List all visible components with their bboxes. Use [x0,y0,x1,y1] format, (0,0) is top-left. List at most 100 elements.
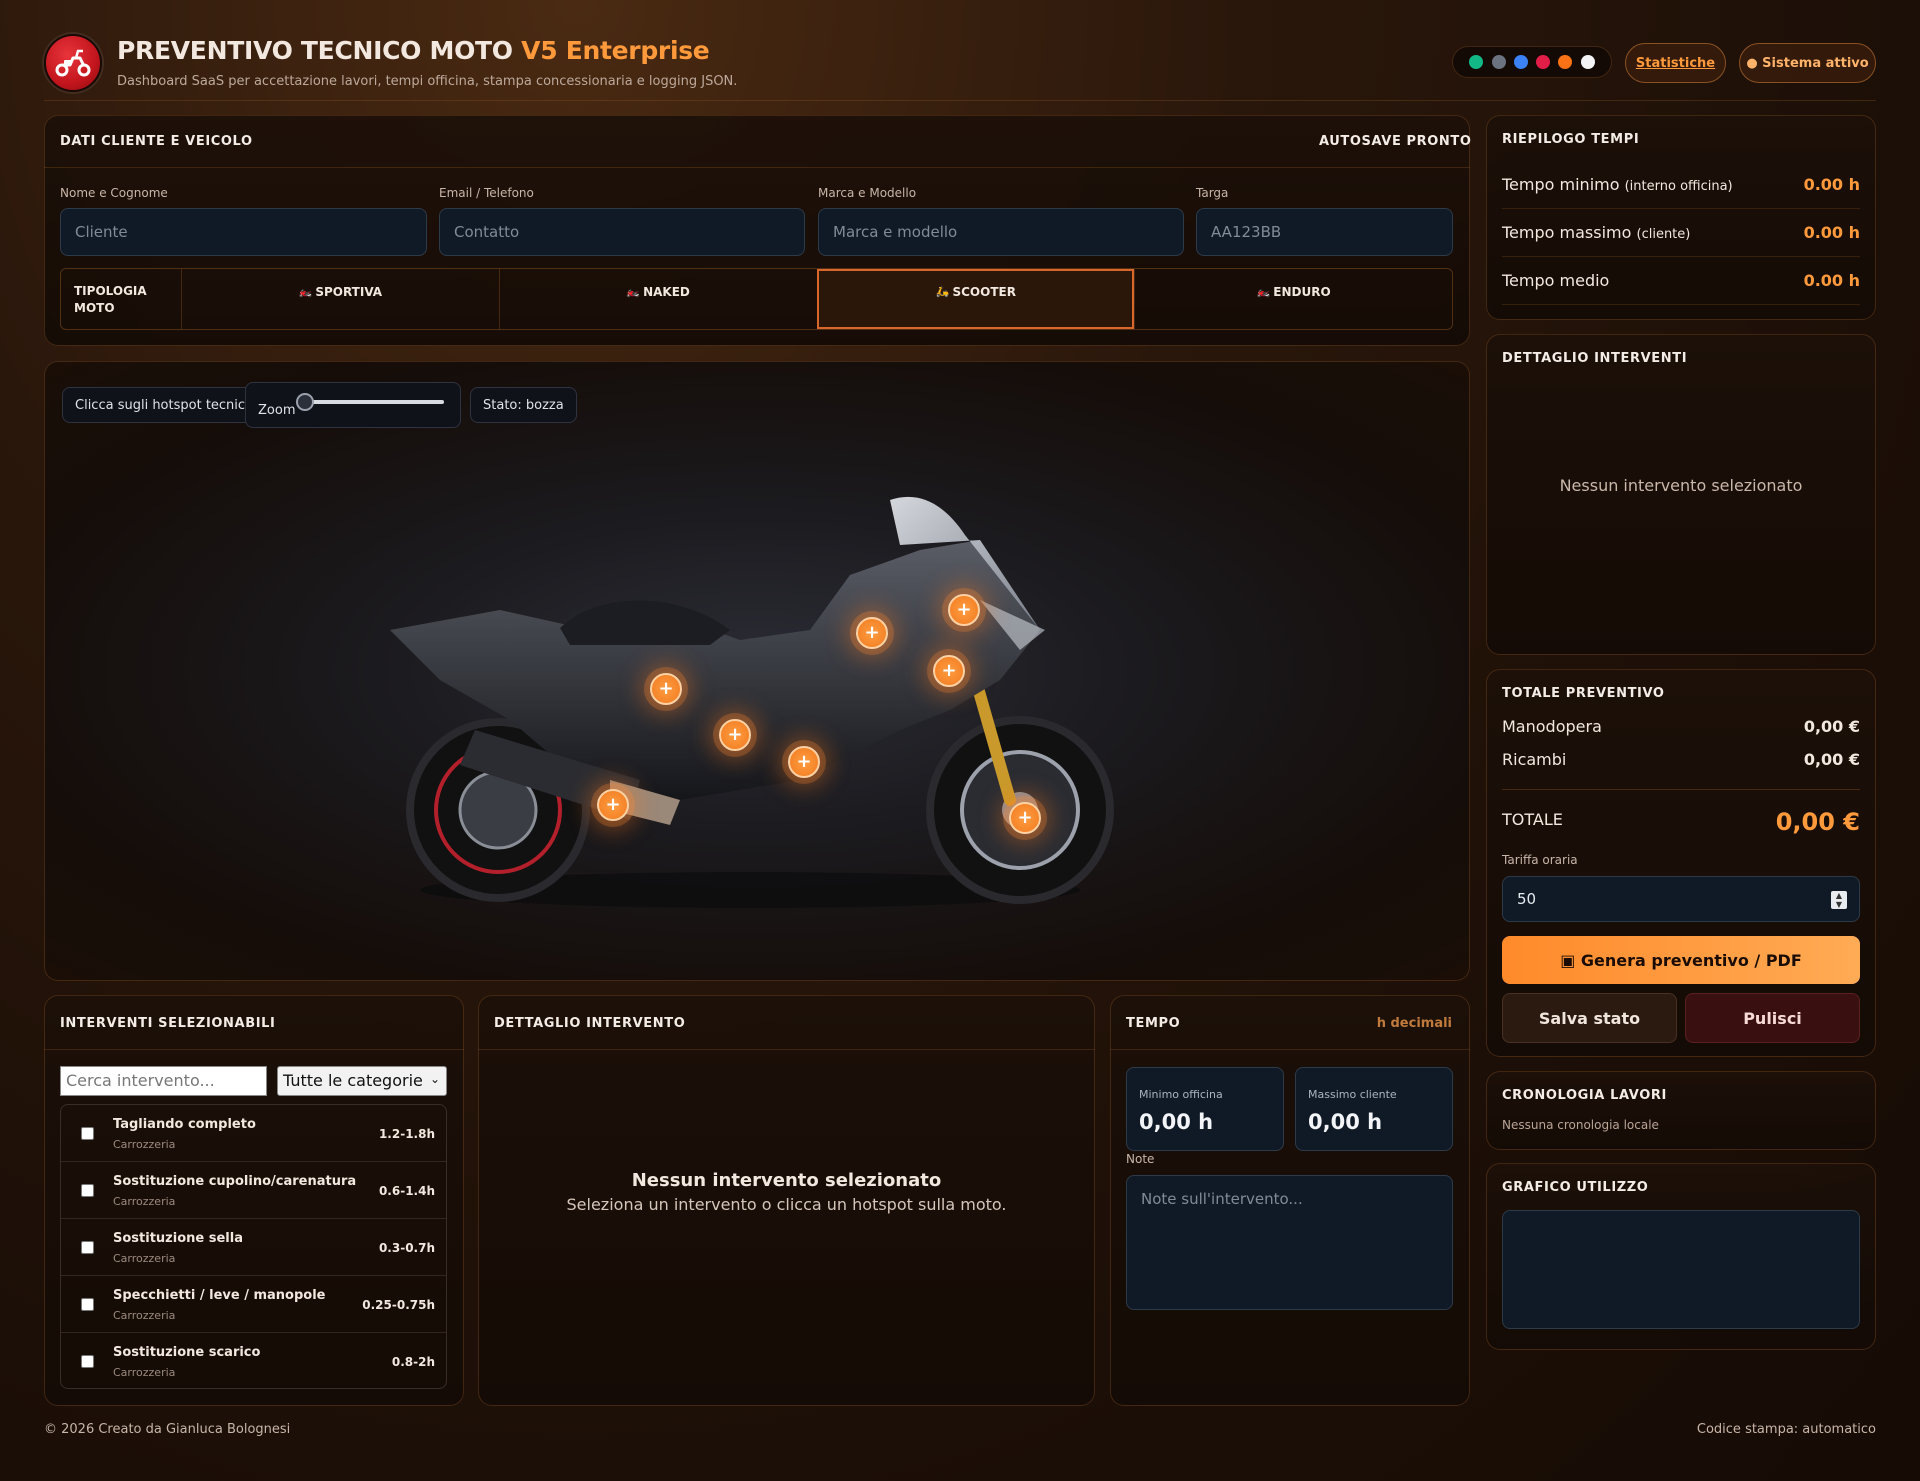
interventions-detail-empty: Nessun intervento selezionato [1559,476,1803,495]
model-input[interactable]: Marca e modello [818,208,1184,256]
history-title: CRONOLOGIA LAVORI [1502,1088,1667,1103]
item-checkbox[interactable] [81,1355,94,1368]
type-option-naked[interactable]: 🏍️ NAKED [498,269,817,329]
type-option-enduro[interactable]: 🏍️ ENDURO [1134,269,1452,329]
theme-swatches [1452,46,1612,78]
autosave-status: AUTOSAVE PRONTO [1319,134,1472,149]
hotspot-windshield[interactable]: + [948,594,980,626]
type-option-sportiva[interactable]: 🏍️ SPORTIVA [181,269,499,329]
min-time-box: Minimo officina 0,00 h [1126,1067,1284,1151]
scooter-illustration [390,496,1114,908]
intervention-detail-empty-sub: Seleziona un intervento o clicca un hots… [566,1195,1007,1214]
theme-swatch-4[interactable] [1558,55,1573,69]
footer-credit: © 2026 Creato da Gianluca Bolognesi [44,1422,291,1437]
model-label: Marca e Modello [818,186,917,200]
save-state-button[interactable]: Salva stato [1502,993,1677,1043]
intervention-detail-empty-title: Nessun intervento selezionato [631,1170,942,1191]
theme-swatch-5[interactable] [1580,55,1595,69]
labor-value: 0,00 € [1803,717,1860,736]
enduro-bike-icon: 🏍️ [1256,285,1271,298]
list-item[interactable]: Specchietti / leve / manopole Carrozzeri… [61,1276,446,1333]
history-panel [1486,1071,1876,1150]
interventions-divider [44,1049,464,1050]
category-select[interactable]: Tutte le categorie ⌄ [277,1066,447,1096]
item-checkbox[interactable] [81,1184,94,1197]
hotspot-front-brake[interactable]: + [1009,802,1041,834]
theme-swatch-1[interactable] [1491,55,1506,69]
quote-total-title: TOTALE PREVENTIVO [1502,686,1665,701]
total-value: 0,00 € [1775,808,1860,836]
time-divider [1110,1049,1470,1050]
total-divider [1502,789,1860,790]
number-spinner-icon[interactable]: ▲ ▼ [1831,891,1847,909]
notes-label: Note [1126,1152,1155,1166]
hotspot-transmission[interactable]: + [788,746,820,778]
name-label: Nome e Cognome [60,186,168,200]
time-unit-label: h decimali [1376,1016,1452,1031]
contact-input[interactable]: Contatto [439,208,805,256]
parts-label: Ricambi [1502,750,1567,769]
labor-label: Manodopera [1502,717,1602,736]
generate-pdf-button[interactable]: ▣ Genera preventivo / PDF [1502,936,1860,984]
plate-label: Targa [1196,186,1229,200]
max-time-box: Massimo cliente 0,00 h [1295,1067,1453,1151]
list-item[interactable]: Tagliando completo Carrozzeria 1.2-1.8h [61,1105,446,1162]
draft-status: Stato: bozza [470,387,577,423]
zoom-slider-thumb[interactable] [296,393,314,411]
scooter-icon: 🛵 [935,285,950,298]
zoom-label: Zoom [258,403,296,418]
item-checkbox[interactable] [81,1127,94,1140]
hourly-rate-input[interactable]: 50 ▲ ▼ [1502,876,1860,922]
hotspot-exhaust[interactable]: + [597,789,629,821]
app-logo [44,34,102,92]
interventions-title: INTERVENTI SELEZIONABILI [60,1016,276,1031]
list-item[interactable]: Sostituzione cupolino/carenatura Carrozz… [61,1162,446,1219]
client-panel-title: DATI CLIENTE E VEICOLO [60,134,253,149]
summary-row-max: Tempo massimo (cliente) 0.00 h [1502,209,1860,257]
usage-chart-title: GRAFICO UTILIZZO [1502,1180,1649,1195]
system-status-badge: ● Sistema attivo [1739,43,1876,83]
bike-type-label: TIPOLOGIA MOTO [74,284,147,315]
intervention-search-input[interactable]: Cerca intervento... [60,1066,267,1096]
client-divider [44,167,1470,168]
zoom-control: Zoom [245,382,461,428]
item-checkbox[interactable] [81,1241,94,1254]
plate-input[interactable]: AA123BB [1196,208,1453,256]
scooter-icon [55,49,91,77]
stats-button[interactable]: Statistiche [1625,43,1726,83]
type-option-scooter[interactable]: 🛵 SCOOTER [816,269,1135,329]
hourly-rate-label: Tariffa oraria [1502,853,1578,867]
naked-bike-icon: 🏍️ [626,285,641,298]
summary-row-min: Tempo minimo (interno officina) 0.00 h [1502,161,1860,209]
interventions-detail-title: DETTAGLIO INTERVENTI [1502,351,1688,366]
theme-swatch-0[interactable] [1469,55,1484,69]
list-item[interactable]: Sostituzione sella Carrozzeria 0.3-0.7h [61,1219,446,1276]
summary-row-avg: Tempo medio 0.00 h [1502,257,1860,305]
hotspot-engine[interactable]: + [719,719,751,751]
name-input[interactable]: Cliente [60,208,427,256]
list-item[interactable]: Sostituzione scarico Carrozzeria 0.8-2h [61,1333,446,1388]
total-label: TOTALE [1502,810,1563,829]
theme-swatch-3[interactable] [1536,55,1551,69]
usage-chart-canvas [1502,1210,1860,1329]
time-summary-title: RIEPILOGO TEMPI [1502,132,1640,147]
hotspot-steering[interactable]: + [856,617,888,649]
contact-label: Email / Telefono [439,186,534,200]
theme-swatch-2[interactable] [1513,55,1528,69]
page-title: PREVENTIVO TECNICO MOTO V5 Enterprise [117,36,710,65]
bike-type-selector: TIPOLOGIA MOTO 🏍️ SPORTIVA 🏍️ NAKED 🛵 SCOOTE… [60,268,1453,330]
notes-textarea[interactable]: Note sull'intervento... [1126,1175,1453,1310]
hotspot-seat[interactable]: + [650,673,682,705]
interventions-list: Tagliando completo Carrozzeria 1.2-1.8h … [60,1104,447,1389]
clear-button[interactable]: Pulisci [1685,993,1860,1043]
footer-print-code: Codice stampa: automatico [1696,1422,1876,1437]
item-checkbox[interactable] [81,1298,94,1311]
hotspot-hint: Clicca sugli hotspot tecnici [62,387,262,423]
parts-value: 0,00 € [1803,750,1860,769]
intervention-detail-title: DETTAGLIO INTERVENTO [494,1016,686,1031]
history-empty: Nessuna cronologia locale [1502,1118,1659,1132]
sport-bike-icon: 🏍️ [298,285,313,298]
hotspot-fairing[interactable]: + [933,655,965,687]
page-subtitle: Dashboard SaaS per accettazione lavori, … [117,74,738,89]
zoom-track [304,400,444,404]
